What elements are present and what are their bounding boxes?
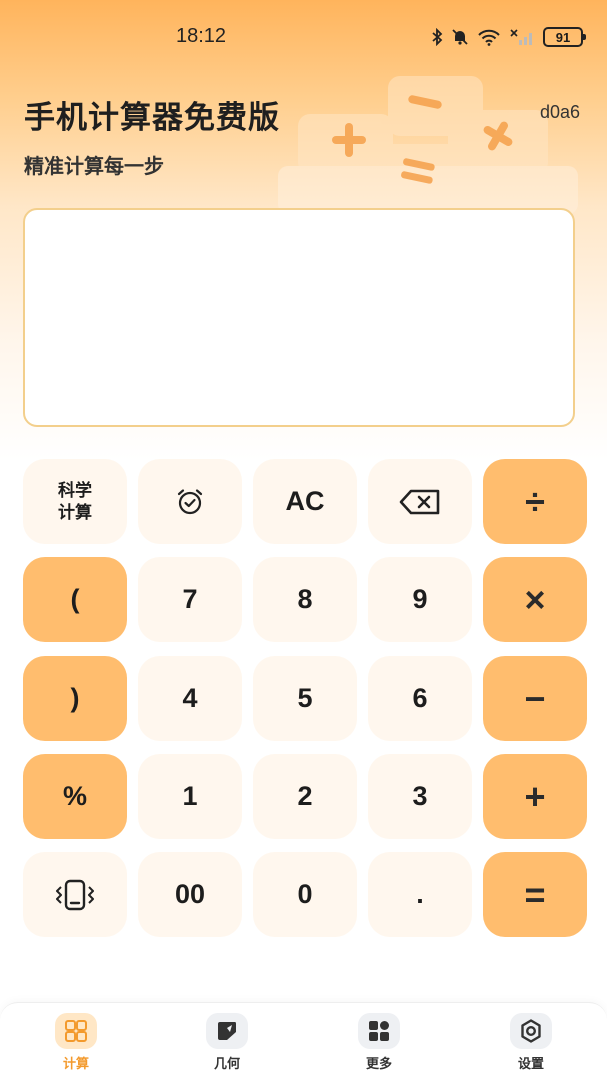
status-icons: 91 [431,26,586,48]
scientific-label-line1: 科学 [58,480,92,501]
multiply-button[interactable]: × [483,557,587,642]
digit-4-button[interactable]: 4 [138,656,242,741]
nav-label-calc: 计算 [62,1057,89,1072]
percent-button[interactable]: % [23,754,127,839]
mute-bell-icon [452,29,468,45]
nav-label-settings: 设置 [517,1057,544,1072]
battery-indicator: 91 [543,27,586,47]
open-paren-button[interactable]: ( [23,557,127,642]
bluetooth-icon [432,28,443,46]
close-paren-button[interactable]: ) [23,656,127,741]
digit-5-button[interactable]: 5 [253,656,357,741]
scientific-calc-button[interactable]: 科学 计算 [23,459,127,544]
digit-1-button[interactable]: 1 [138,754,242,839]
backspace-button[interactable] [368,459,472,544]
nav-tab-settings[interactable]: 设置 [491,1013,571,1077]
divide-button[interactable]: ÷ [483,459,587,544]
backspace-icon [399,489,440,514]
apps-grid-icon [369,1021,389,1041]
digit-9-button[interactable]: 9 [368,557,472,642]
plus-button[interactable]: + [483,754,587,839]
settings-gear-icon [521,1019,541,1043]
status-bar: 18:12 91 [0,0,607,72]
clear-all-button[interactable]: AC [253,459,357,544]
signal-off-icon [510,29,532,45]
header-code: d0a6 [539,102,580,122]
digit-2-button[interactable]: 2 [253,754,357,839]
nav-label-geometry: 几何 [213,1057,240,1072]
equals-button[interactable]: = [483,852,587,937]
status-time: 18:12 [176,25,227,47]
vibrate-icon [56,879,94,910]
nav-tab-geometry[interactable]: 几何 [187,1013,267,1077]
wifi-icon [478,29,500,46]
minus-button[interactable]: − [483,656,587,741]
digit-7-button[interactable]: 7 [138,557,242,642]
digit-0-button[interactable]: 0 [253,852,357,937]
alarm-button[interactable] [138,459,242,544]
app-subtitle: 精准计算每一步 [24,154,164,178]
decimal-point-button[interactable]: . [368,852,472,937]
nav-tab-more[interactable]: 更多 [339,1013,419,1077]
scientific-label-line2: 计算 [58,502,92,523]
app-title: 手机计算器免费版 [24,100,280,136]
bottom-navigation: 计算 几何 更多 设置 [0,1002,607,1080]
grid-calc-icon [65,1020,87,1042]
digit-6-button[interactable]: 6 [368,656,472,741]
calculator-display [23,208,575,427]
vibrate-button[interactable] [23,852,127,937]
digit-3-button[interactable]: 3 [368,754,472,839]
geometry-shape-icon [218,1022,236,1040]
calculator-keys-illustration [278,76,578,214]
double-zero-button[interactable]: 00 [138,852,242,937]
digit-8-button[interactable]: 8 [253,557,357,642]
alarm-clock-icon [177,488,203,514]
nav-tab-calc[interactable]: 计算 [36,1013,116,1077]
nav-label-more: 更多 [365,1057,392,1072]
